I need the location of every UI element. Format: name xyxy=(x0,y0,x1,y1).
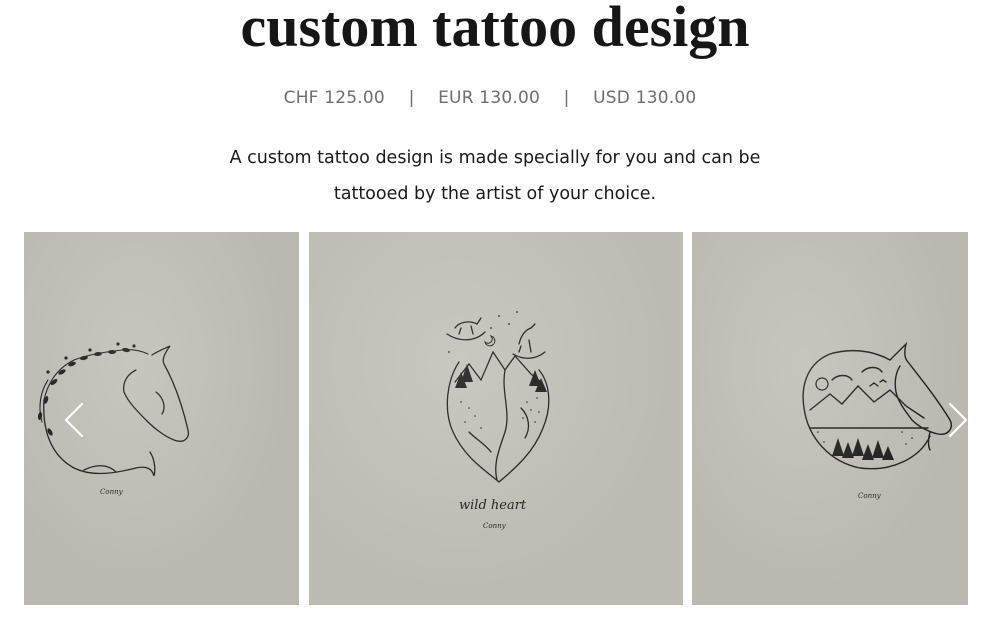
horse-circle-drawing: Conny xyxy=(802,341,952,500)
price-list: CHF 125.00 | EUR 130.00 | USD 130.00 xyxy=(0,86,980,110)
price-separator: | xyxy=(408,88,415,108)
page-title: custom tattoo design xyxy=(240,0,750,59)
product-description: A custom tattoo design is made specially… xyxy=(0,140,990,212)
gallery-slide-wild-heart[interactable]: wild heart Conny xyxy=(309,232,683,605)
description-line-2: tattooed by the artist of your choice. xyxy=(333,184,657,204)
gallery-next-button[interactable] xyxy=(942,400,972,440)
price-chf: CHF 125.00 xyxy=(283,88,385,108)
chevron-left-icon xyxy=(64,402,84,438)
wild-heart-drawing: wild heart Conny xyxy=(446,311,550,530)
price-eur: EUR 130.00 xyxy=(438,88,540,108)
gallery-prev-button[interactable] xyxy=(60,400,90,440)
price-usd: USD 130.00 xyxy=(593,88,697,108)
signature-text: Conny xyxy=(858,492,882,500)
description-line-1: A custom tattoo design is made specially… xyxy=(229,148,761,168)
artwork-caption: wild heart xyxy=(459,498,527,513)
signature-text: Conny xyxy=(100,488,124,496)
signature-text: Conny xyxy=(483,522,507,530)
chevron-right-icon xyxy=(948,402,968,438)
gallery-slide-horse-circle[interactable]: Conny xyxy=(692,232,968,605)
price-separator: | xyxy=(563,88,570,108)
image-gallery: Conny wild heart Conny Conny xyxy=(24,232,968,606)
